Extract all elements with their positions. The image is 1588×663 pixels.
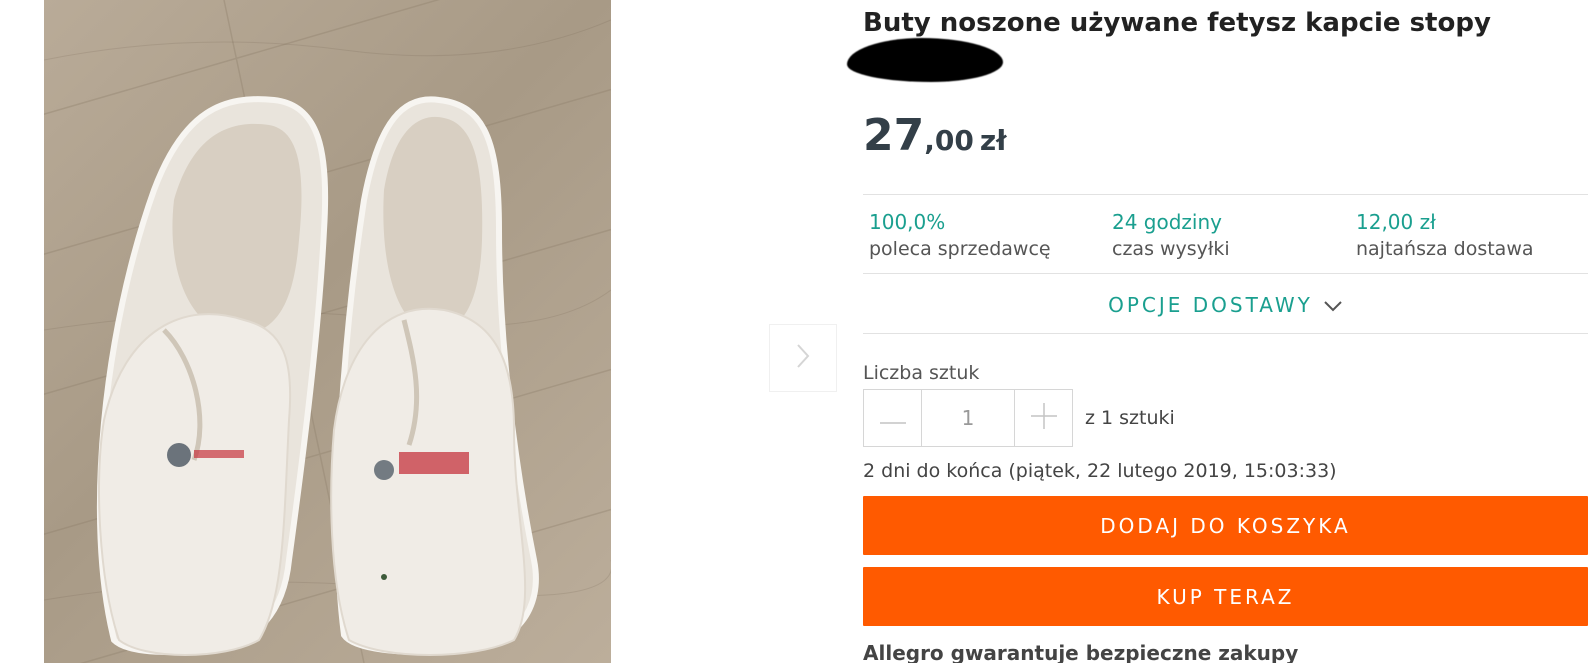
stat-label: najtańsza dostawa bbox=[1356, 238, 1534, 260]
product-price: 27,00 zł bbox=[863, 110, 1007, 161]
decrement-button[interactable] bbox=[864, 390, 921, 446]
chevron-down-icon bbox=[1323, 293, 1343, 317]
quantity-stepper bbox=[863, 389, 1073, 447]
gallery-next-button[interactable] bbox=[769, 324, 837, 392]
quantity-available: z 1 sztuki bbox=[1085, 407, 1175, 429]
delivery-options-label: OPCJE DOSTAWY bbox=[1108, 293, 1313, 317]
stat-cheapest-delivery: 12,00 zł najtańsza dostawa bbox=[1356, 210, 1588, 260]
stat-value: 100,0% bbox=[869, 210, 946, 234]
stat-label: czas wysyłki bbox=[1112, 238, 1230, 260]
divider bbox=[863, 273, 1588, 274]
stat-value: 12,00 zł bbox=[1356, 210, 1436, 234]
buy-now-button[interactable]: KUP TERAZ bbox=[863, 567, 1588, 626]
price-currency: zł bbox=[979, 124, 1007, 157]
product-page: Buty noszone używane fetysz kapcie stopy… bbox=[0, 0, 1588, 663]
quantity-label: Liczba sztuk bbox=[863, 362, 980, 384]
divider bbox=[863, 333, 1588, 334]
seller-redaction bbox=[847, 38, 1003, 82]
stat-label: poleca sprzedawcę bbox=[869, 238, 1051, 260]
chevron-right-icon bbox=[795, 342, 811, 374]
product-photo[interactable] bbox=[44, 0, 611, 663]
stat-shipping-time: 24 godziny czas wysyłki bbox=[1112, 210, 1352, 260]
stat-value: 24 godziny bbox=[1112, 210, 1222, 234]
price-integer: 27 bbox=[863, 110, 925, 161]
auction-end-time: 2 dni do końca (piątek, 22 lutego 2019, … bbox=[863, 460, 1337, 482]
price-decimal: ,00 bbox=[924, 124, 974, 157]
divider bbox=[863, 194, 1588, 195]
guarantee-text: Allegro gwarantuje bezpieczne zakupy bbox=[863, 641, 1299, 663]
increment-button[interactable] bbox=[1015, 390, 1072, 446]
stat-recommend: 100,0% poleca sprzedawcę bbox=[869, 210, 1109, 260]
plus-icon bbox=[1030, 403, 1057, 433]
add-to-cart-button[interactable]: DODAJ DO KOSZYKA bbox=[863, 496, 1588, 555]
product-title: Buty noszone używane fetysz kapcie stopy bbox=[863, 8, 1491, 38]
minus-icon bbox=[879, 409, 906, 428]
slippers-image bbox=[44, 0, 611, 663]
delivery-options-toggle[interactable]: OPCJE DOSTAWY bbox=[863, 290, 1588, 320]
quantity-input[interactable] bbox=[921, 390, 1015, 446]
